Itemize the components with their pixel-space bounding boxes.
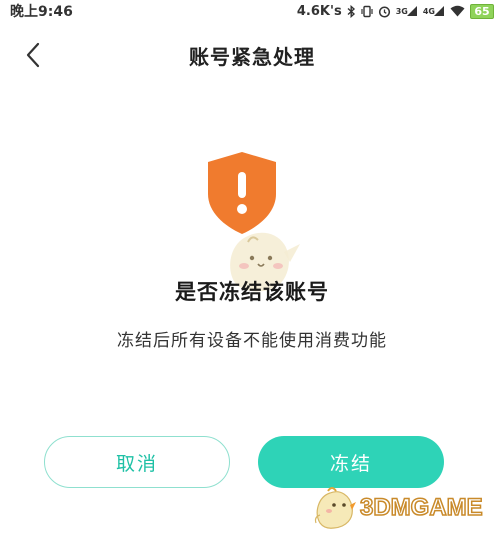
status-time: 晚上9:46 bbox=[10, 4, 73, 20]
alarm-icon bbox=[378, 5, 391, 18]
status-bar: 晚上9:46 4.6K's 3G 4G 65 bbox=[0, 0, 504, 22]
status-left: 晚上9:46 bbox=[10, 1, 73, 21]
signal-4g-icon: 4G bbox=[423, 5, 445, 17]
watermark-text: 3DMGAME bbox=[359, 493, 483, 522]
dialog-title: 是否冻结该账号 bbox=[175, 280, 329, 304]
wifi-icon bbox=[450, 5, 465, 17]
network-speed: 4.6K's bbox=[296, 3, 342, 19]
status-right: 4.6K's 3G 4G 65 bbox=[296, 3, 494, 19]
vibrate-icon bbox=[361, 5, 373, 18]
chevron-left-icon bbox=[26, 42, 40, 68]
page-title: 账号紧急处理 bbox=[189, 44, 315, 69]
signal-3g-icon: 3G bbox=[396, 5, 418, 17]
battery-icon: 65 bbox=[470, 3, 494, 19]
cancel-button[interactable]: 取消 bbox=[44, 436, 230, 488]
freeze-button[interactable]: 冻结 bbox=[258, 436, 444, 488]
mascot-chick-icon bbox=[314, 487, 356, 529]
watermark-logo: 3DMGAME bbox=[312, 484, 502, 532]
navigation-header: 账号紧急处理 bbox=[0, 30, 504, 80]
bluetooth-icon bbox=[347, 4, 356, 18]
back-button[interactable] bbox=[16, 38, 50, 72]
dialog-description: 冻结后所有设备不能使用消费功能 bbox=[117, 331, 387, 351]
